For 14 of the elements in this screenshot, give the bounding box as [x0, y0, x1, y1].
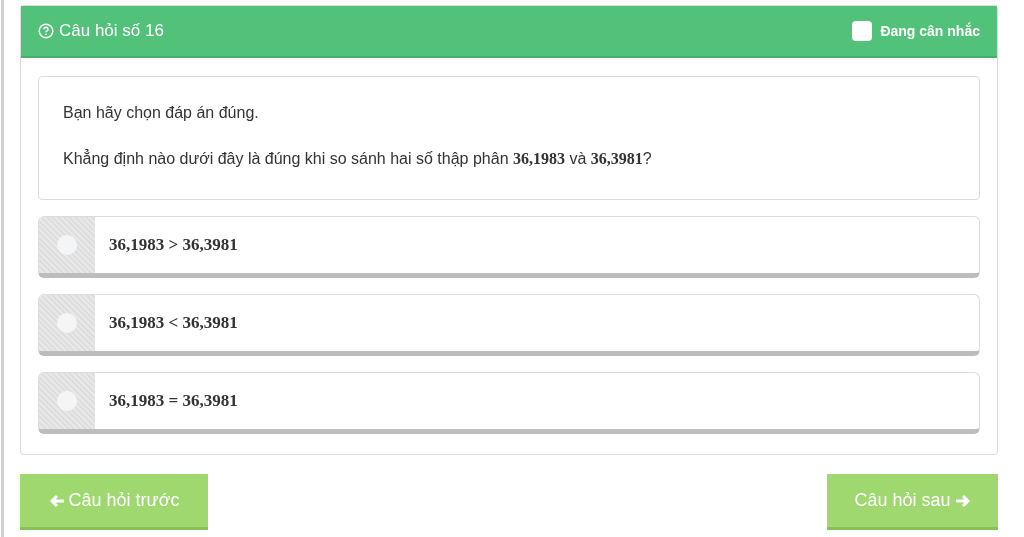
flag-label: Đang cân nhắc — [880, 21, 980, 41]
instruction-text: Bạn hãy chọn đáp án đúng. — [63, 103, 260, 123]
arrow-left-icon — [48, 493, 65, 508]
answer-option[interactable]: 36,1983 > 36,3981 — [38, 216, 980, 278]
help-circle-icon — [38, 23, 54, 39]
arrow-right-icon — [954, 493, 971, 508]
question-text: Khẳng định nào dưới đây là đúng khi so sánh hai số thập phân 36,1983 và 36,3981? — [63, 148, 653, 169]
answer-option[interactable]: 36,1983 = 36,3981 — [38, 372, 980, 434]
answer-option[interactable]: 36,1983 < 36,3981 — [38, 294, 980, 356]
question-number: Câu hỏi số 16 — [59, 20, 164, 43]
option-text: 36,1983 = 36,3981 — [109, 390, 238, 413]
option-text: 36,1983 < 36,3981 — [109, 312, 238, 335]
flag-checkbox[interactable] — [852, 21, 873, 41]
option-text: 36,1983 > 36,3981 — [109, 234, 238, 257]
